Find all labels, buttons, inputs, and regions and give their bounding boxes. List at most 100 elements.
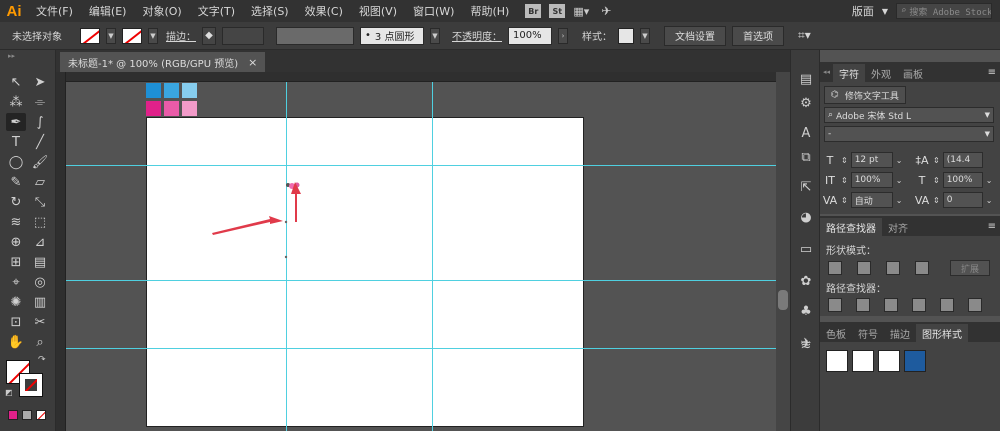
- tab-pathfinder[interactable]: 路径查找器: [820, 218, 882, 236]
- paintbrush-tool-icon[interactable]: 🖌: [30, 153, 50, 171]
- menu-type[interactable]: 文字(T): [190, 3, 243, 19]
- zoom-tool-icon[interactable]: ⌕: [30, 333, 50, 351]
- free-transform-tool-icon[interactable]: ⬚: [30, 213, 50, 231]
- eraser-tool-icon[interactable]: ▱: [30, 173, 50, 191]
- chevron-down-icon[interactable]: ▼: [882, 7, 888, 16]
- color-mode-gradient-icon[interactable]: [22, 410, 32, 420]
- preferences-button[interactable]: 首选项: [732, 25, 784, 46]
- asset-export-icon[interactable]: ♣: [795, 300, 817, 322]
- properties-panel-icon[interactable]: ▤: [795, 68, 817, 90]
- tab-character[interactable]: 字符: [833, 64, 866, 82]
- direct-selection-tool-icon[interactable]: ➤: [30, 73, 50, 91]
- chevron-down-icon[interactable]: ⌄: [986, 176, 993, 185]
- document-tab[interactable]: 未标题-1* @ 100% (RGB/GPU 预览) ×: [60, 52, 266, 72]
- shaper-tool-icon[interactable]: ✎: [6, 173, 26, 191]
- expand-button[interactable]: 扩展: [950, 260, 990, 276]
- ellipse-tool-icon[interactable]: ◯: [6, 153, 26, 171]
- glyphs-panel-icon[interactable]: ⧉: [795, 146, 817, 168]
- stroke-weight-stepper[interactable]: ◆: [202, 26, 216, 45]
- unite-icon[interactable]: [828, 261, 842, 275]
- stroke-label[interactable]: 描边：: [166, 28, 196, 43]
- tab-artboards[interactable]: 画板: [897, 64, 929, 82]
- collapse-icon[interactable]: ▸▸: [8, 52, 15, 60]
- stepper-icon[interactable]: ⇕: [933, 196, 940, 205]
- trim-icon[interactable]: [856, 298, 870, 312]
- stroke-color-icon[interactable]: [19, 373, 43, 397]
- vertical-scale-input[interactable]: 100%: [850, 172, 893, 188]
- column-graph-tool-icon[interactable]: ▥: [30, 293, 50, 311]
- type-tool-icon[interactable]: T: [6, 133, 26, 151]
- merge-icon[interactable]: [884, 298, 898, 312]
- graphic-style-swatch[interactable]: [618, 27, 634, 44]
- eyedropper-tool-icon[interactable]: ⌖: [6, 273, 26, 291]
- line-tool-icon[interactable]: ╱: [30, 133, 50, 151]
- menu-window[interactable]: 窗口(W): [405, 3, 462, 19]
- opacity-input[interactable]: 100%: [508, 26, 552, 45]
- stock-button[interactable]: St: [549, 4, 566, 18]
- color-mode-none-icon[interactable]: [36, 410, 46, 420]
- stepper-icon[interactable]: ⇕: [841, 196, 848, 205]
- export-panel-icon[interactable]: ⇱: [795, 176, 817, 198]
- gradient-tool-icon[interactable]: ▤: [30, 253, 50, 271]
- horizontal-scale-input[interactable]: 100%: [942, 172, 983, 188]
- tab-graphic-styles[interactable]: 图形样式: [916, 324, 968, 342]
- transform-icon[interactable]: ⌗▾: [798, 28, 811, 43]
- stroke-swatch[interactable]: [122, 27, 142, 44]
- font-size-input[interactable]: 12 pt: [850, 152, 893, 168]
- chevron-down-icon[interactable]: ⌄: [986, 196, 993, 205]
- swap-fill-stroke-icon[interactable]: ↷: [38, 355, 46, 365]
- symbol-sprayer-tool-icon[interactable]: ✺: [6, 293, 26, 311]
- tracking-input[interactable]: 0: [942, 192, 983, 208]
- color-guide-icon[interactable]: ✿: [795, 270, 817, 292]
- adobe-stock-search[interactable]: ⌕ 搜索 Adobe Stock: [896, 3, 992, 19]
- panel-collapse-icon[interactable]: ◂◂: [820, 68, 833, 76]
- scrollbar-thumb[interactable]: [778, 290, 788, 310]
- minus-front-icon[interactable]: [857, 261, 871, 275]
- chevron-down-icon[interactable]: ⌄: [896, 196, 903, 205]
- layers-panel-icon[interactable]: ≋: [795, 334, 817, 356]
- style-dropdown[interactable]: ▼: [640, 27, 650, 44]
- font-style-select[interactable]: - ▼: [824, 126, 994, 142]
- workspace-switcher[interactable]: 版面: [852, 3, 874, 19]
- stroke-weight-input[interactable]: [222, 26, 264, 45]
- canvas[interactable]: [66, 82, 776, 431]
- rotate-tool-icon[interactable]: ↻: [6, 193, 26, 211]
- menu-view[interactable]: 视图(V): [351, 3, 405, 19]
- graphic-style-shadow[interactable]: [852, 350, 874, 372]
- outline-icon[interactable]: [940, 298, 954, 312]
- touch-type-tool-button[interactable]: ⌬ 修饰文字工具: [824, 86, 906, 104]
- perspective-grid-tool-icon[interactable]: ⊿: [30, 233, 50, 251]
- tab-align[interactable]: 对齐: [882, 218, 914, 236]
- variable-width-profile[interactable]: [276, 26, 354, 45]
- arrange-documents-icon[interactable]: ▦▾: [573, 5, 589, 18]
- tab-appearance[interactable]: 外观: [865, 64, 897, 82]
- panel-menu-icon[interactable]: ≡: [984, 67, 1000, 78]
- brush-definition[interactable]: • 3 点圆形: [360, 26, 424, 45]
- exclude-icon[interactable]: [915, 261, 929, 275]
- menu-help[interactable]: 帮助(H): [462, 3, 517, 19]
- stepper-icon[interactable]: ⇕: [933, 156, 940, 165]
- kerning-input[interactable]: 自动: [850, 192, 893, 208]
- blend-tool-icon[interactable]: ◎: [30, 273, 50, 291]
- curvature-tool-icon[interactable]: ∫: [30, 113, 50, 131]
- tab-swatches[interactable]: 色板: [820, 324, 852, 342]
- brush-dropdown[interactable]: ▼: [430, 27, 440, 44]
- shape-builder-tool-icon[interactable]: ⊕: [6, 233, 26, 251]
- slice-tool-icon[interactable]: ✂: [30, 313, 50, 331]
- stepper-icon[interactable]: ⇕: [841, 176, 848, 185]
- opacity-label[interactable]: 不透明度：: [452, 28, 502, 43]
- document-setup-button[interactable]: 文档设置: [664, 25, 726, 46]
- stroke-dropdown[interactable]: ▼: [148, 27, 158, 44]
- minus-back-icon[interactable]: [968, 298, 982, 312]
- pen-tool-icon[interactable]: ✒: [6, 113, 26, 131]
- panel-menu-icon[interactable]: ≡: [984, 221, 1000, 232]
- fill-dropdown[interactable]: ▼: [106, 27, 116, 44]
- chevron-down-icon[interactable]: ⌄: [896, 156, 903, 165]
- font-family-select[interactable]: ⌕ Adobe 宋体 Std L ▼: [824, 107, 994, 123]
- magic-wand-tool-icon[interactable]: ⁂: [6, 93, 26, 111]
- character-styles-icon[interactable]: A: [795, 122, 817, 144]
- default-colors-icon[interactable]: ◩: [5, 388, 13, 397]
- graphic-style-default[interactable]: [826, 350, 848, 372]
- selection-tool-icon[interactable]: ↖: [6, 73, 26, 91]
- leading-input[interactable]: (14.4: [942, 152, 983, 168]
